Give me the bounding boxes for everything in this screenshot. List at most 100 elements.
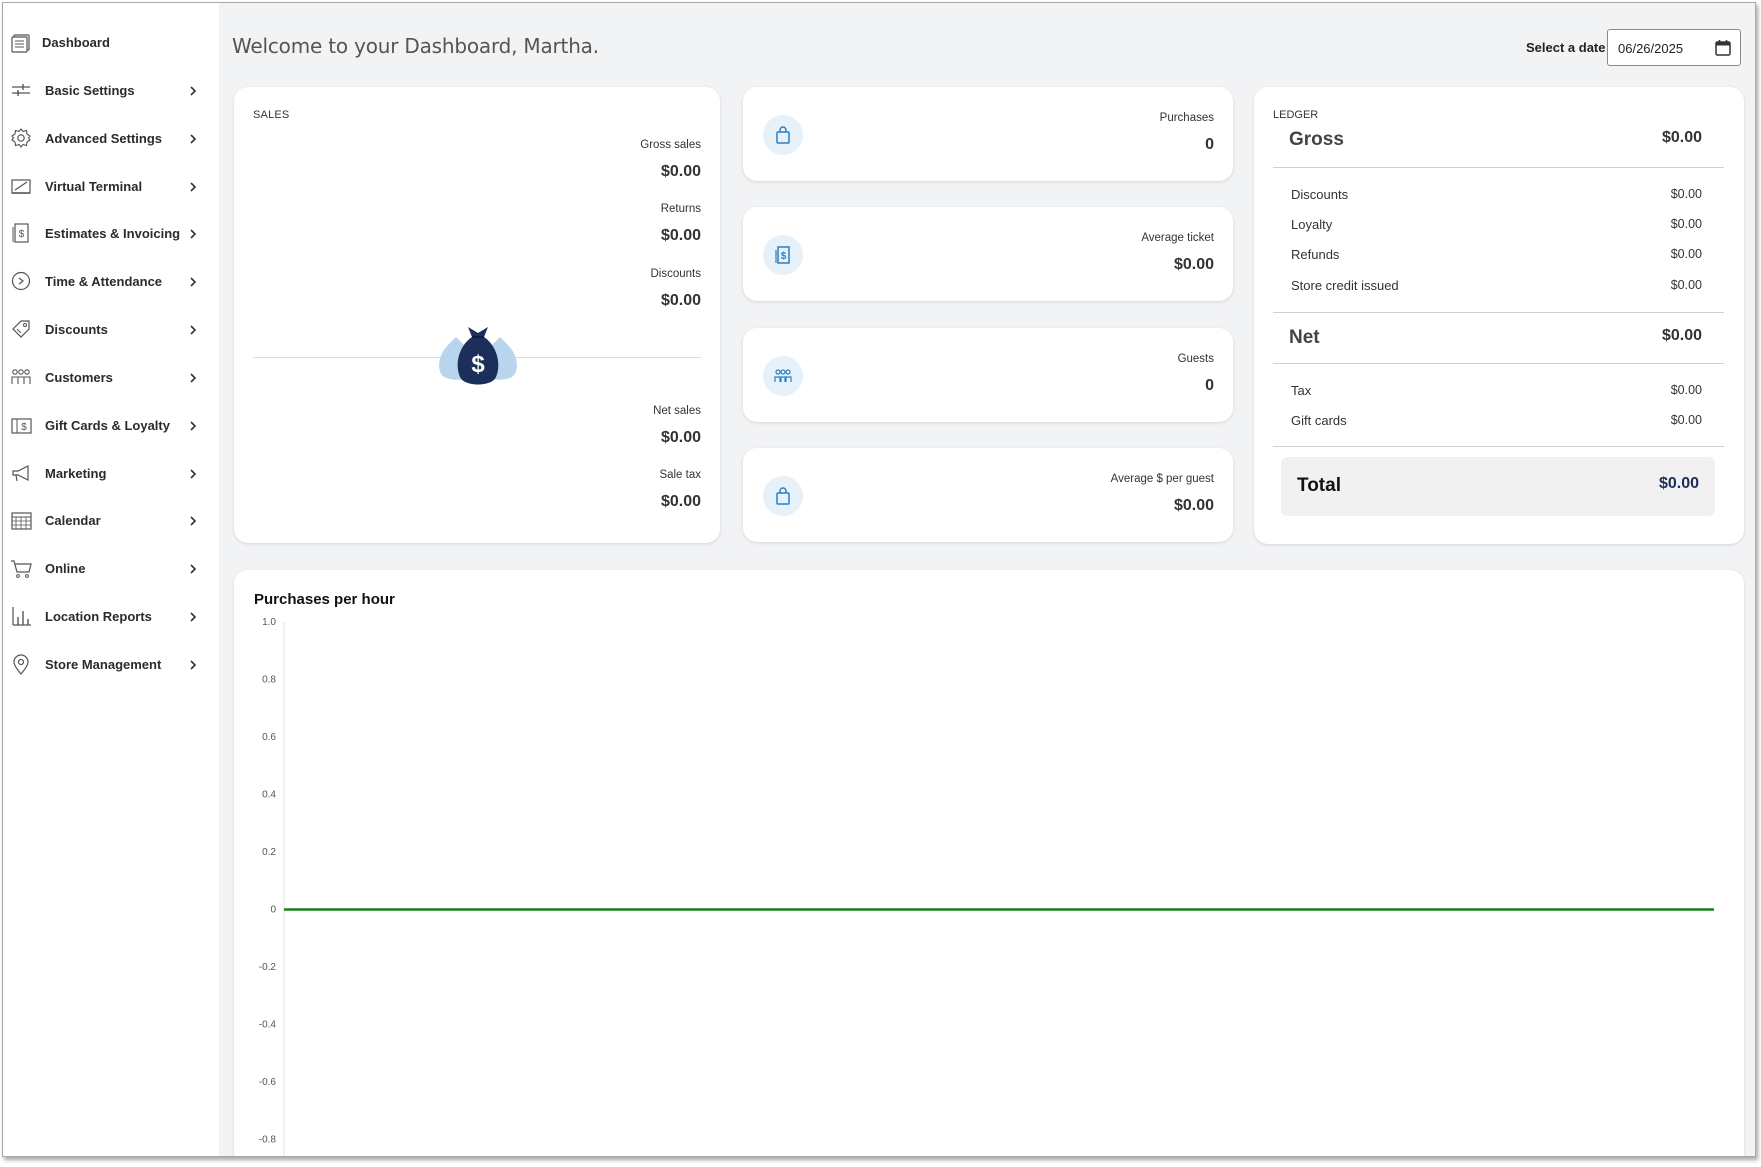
chevron-right-icon[interactable] bbox=[187, 658, 199, 670]
y-tick-label: 1.0 bbox=[262, 617, 276, 628]
ledger-discounts-value: $0.00 bbox=[1670, 187, 1702, 201]
sidebar-item-basic-settings[interactable]: Basic Settings bbox=[3, 70, 219, 110]
chevron-right-icon[interactable] bbox=[187, 371, 199, 383]
chevron-right-icon[interactable] bbox=[187, 180, 199, 192]
refunds-label: Refunds bbox=[1291, 247, 1340, 262]
gross-sales-value: $0.00 bbox=[660, 163, 701, 180]
guests-value: 0 bbox=[1205, 377, 1214, 394]
sidebar-item-marketing[interactable]: Marketing bbox=[3, 453, 219, 493]
calendar-icon bbox=[10, 509, 32, 531]
ledger-discounts-label: Discounts bbox=[1291, 187, 1349, 202]
chevron-right-icon[interactable] bbox=[187, 84, 199, 96]
guests-label: Guests bbox=[1177, 353, 1214, 365]
y-tick-label: 0.6 bbox=[262, 732, 276, 743]
sidebar-item-label: Marketing bbox=[45, 465, 107, 481]
purchases-value: 0 bbox=[1205, 136, 1214, 153]
sidebar-item-label: Estimates & Invoicing bbox=[45, 225, 181, 241]
chevron-right-icon[interactable] bbox=[187, 275, 199, 287]
sidebar-item-customers[interactable]: Customers bbox=[3, 357, 219, 397]
sidebar-item-label: Gift Cards & Loyalty bbox=[45, 417, 170, 433]
gross-value: $0.00 bbox=[1661, 129, 1702, 146]
sidebar-item-label: Customers bbox=[45, 369, 113, 385]
customers-icon bbox=[10, 366, 32, 388]
sidebar-item-estimates-and-invoicing[interactable]: $ Estimates & Invoicing bbox=[3, 213, 219, 253]
total-value: $0.00 bbox=[1658, 475, 1699, 492]
sidebar-item-online[interactable]: Online bbox=[3, 548, 219, 588]
money-bag-icon: $ bbox=[430, 323, 526, 391]
sidebar-item-discounts[interactable]: Discounts bbox=[3, 309, 219, 349]
chevron-right-icon[interactable] bbox=[187, 610, 199, 622]
cart-icon bbox=[10, 557, 32, 579]
tax-label: Tax bbox=[1291, 383, 1312, 398]
sidebar-item-gift-cards-and-loyalty[interactable]: $ Gift Cards & Loyalty bbox=[3, 405, 219, 445]
average-ticket-label: Average ticket bbox=[1141, 232, 1214, 244]
total-label: Total bbox=[1297, 475, 1341, 496]
svg-text:$: $ bbox=[21, 422, 27, 433]
chevron-right-icon[interactable] bbox=[187, 467, 199, 479]
y-tick-label: -0.2 bbox=[259, 962, 277, 973]
sale-tax-label: Sale tax bbox=[659, 469, 701, 481]
sidebar-item-store-management[interactable]: Store Management bbox=[3, 644, 219, 684]
location-pin-icon bbox=[10, 653, 32, 675]
svg-text:$: $ bbox=[19, 229, 25, 240]
sidebar-item-label: Calendar bbox=[45, 512, 101, 528]
sidebar-item-location-reports[interactable]: Location Reports bbox=[3, 596, 219, 636]
app-window: Dashboard Basic Settings Advanced Settings… bbox=[2, 2, 1756, 1157]
avg-per-guest-card: Average $ per guest $0.00 bbox=[743, 448, 1233, 542]
sidebar-item-calendar[interactable]: Calendar bbox=[3, 500, 219, 540]
guests-card: Guests 0 bbox=[743, 328, 1233, 422]
purchases-label: Purchases bbox=[1159, 112, 1214, 124]
gross-label: Gross bbox=[1289, 129, 1344, 150]
sidebar-item-label: Store Management bbox=[45, 656, 162, 672]
sidebar-item-label: Discounts bbox=[45, 321, 108, 337]
gift-cards-label: Gift cards bbox=[1291, 413, 1347, 428]
y-tick-label: 0.4 bbox=[262, 790, 276, 801]
store-credit-value: $0.00 bbox=[1670, 278, 1702, 292]
ledger-divider bbox=[1273, 167, 1724, 168]
tax-value: $0.00 bbox=[1670, 383, 1702, 397]
sidebar-item-dashboard[interactable]: Dashboard bbox=[3, 22, 219, 62]
returns-value: $0.00 bbox=[660, 227, 701, 244]
sidebar-item-advanced-settings[interactable]: Advanced Settings bbox=[3, 118, 219, 158]
average-ticket-card: $ Average ticket $0.00 bbox=[743, 207, 1233, 301]
chevron-right-icon[interactable] bbox=[187, 562, 199, 574]
gift-card-icon: $ bbox=[10, 414, 32, 436]
gross-sales-label: Gross sales bbox=[640, 139, 701, 151]
welcome-heading: Welcome to your Dashboard, Martha. bbox=[232, 34, 599, 58]
total-box: Total $0.00 bbox=[1281, 457, 1715, 516]
purchases-per-hour-chart: Purchases per hour 1.0 0.8 0.6 0.4 0.2 0 -0.2-… bbox=[234, 570, 1744, 1156]
date-value: 06/26/2025 bbox=[1618, 41, 1684, 56]
ledger-divider bbox=[1273, 363, 1724, 364]
sidebar-item-label: Location Reports bbox=[45, 608, 152, 624]
discounts-value: $0.00 bbox=[660, 292, 701, 309]
sidebar-item-time-and-attendance[interactable]: Time & Attendance bbox=[3, 261, 219, 301]
chevron-right-icon[interactable] bbox=[187, 323, 199, 335]
shopping-bag-icon bbox=[763, 476, 803, 516]
gift-cards-value: $0.00 bbox=[1670, 413, 1702, 427]
average-ticket-value: $0.00 bbox=[1173, 256, 1214, 273]
y-tick-label: -0.8 bbox=[259, 1135, 277, 1146]
date-picker-input[interactable]: 06/26/2025 bbox=[1607, 29, 1741, 66]
avg-per-guest-value: $0.00 bbox=[1173, 497, 1214, 514]
ledger-title: LEDGER bbox=[1273, 109, 1319, 121]
chevron-right-icon[interactable] bbox=[187, 227, 199, 239]
calendar-icon[interactable] bbox=[1714, 39, 1732, 57]
tag-icon bbox=[10, 318, 32, 340]
sidebar: Dashboard Basic Settings Advanced Settings… bbox=[3, 3, 219, 1156]
ledger-divider bbox=[1273, 312, 1724, 313]
chevron-right-icon[interactable] bbox=[187, 514, 199, 526]
dashboard-icon bbox=[10, 31, 32, 53]
sidebar-item-label: Time & Attendance bbox=[45, 273, 163, 289]
sidebar-item-virtual-terminal[interactable]: Virtual Terminal bbox=[3, 166, 219, 206]
sidebar-item-label: Virtual Terminal bbox=[45, 178, 143, 194]
chevron-right-icon[interactable] bbox=[187, 419, 199, 431]
gear-icon bbox=[10, 127, 32, 149]
discounts-label: Discounts bbox=[650, 268, 702, 280]
y-tick-label: -0.4 bbox=[259, 1020, 277, 1031]
sidebar-item-label: Advanced Settings bbox=[45, 130, 163, 146]
loyalty-label: Loyalty bbox=[1291, 217, 1333, 232]
chevron-right-icon[interactable] bbox=[187, 132, 199, 144]
clock-icon bbox=[10, 270, 32, 292]
sidebar-item-label: Online bbox=[45, 560, 86, 576]
sale-tax-value: $0.00 bbox=[660, 493, 701, 510]
